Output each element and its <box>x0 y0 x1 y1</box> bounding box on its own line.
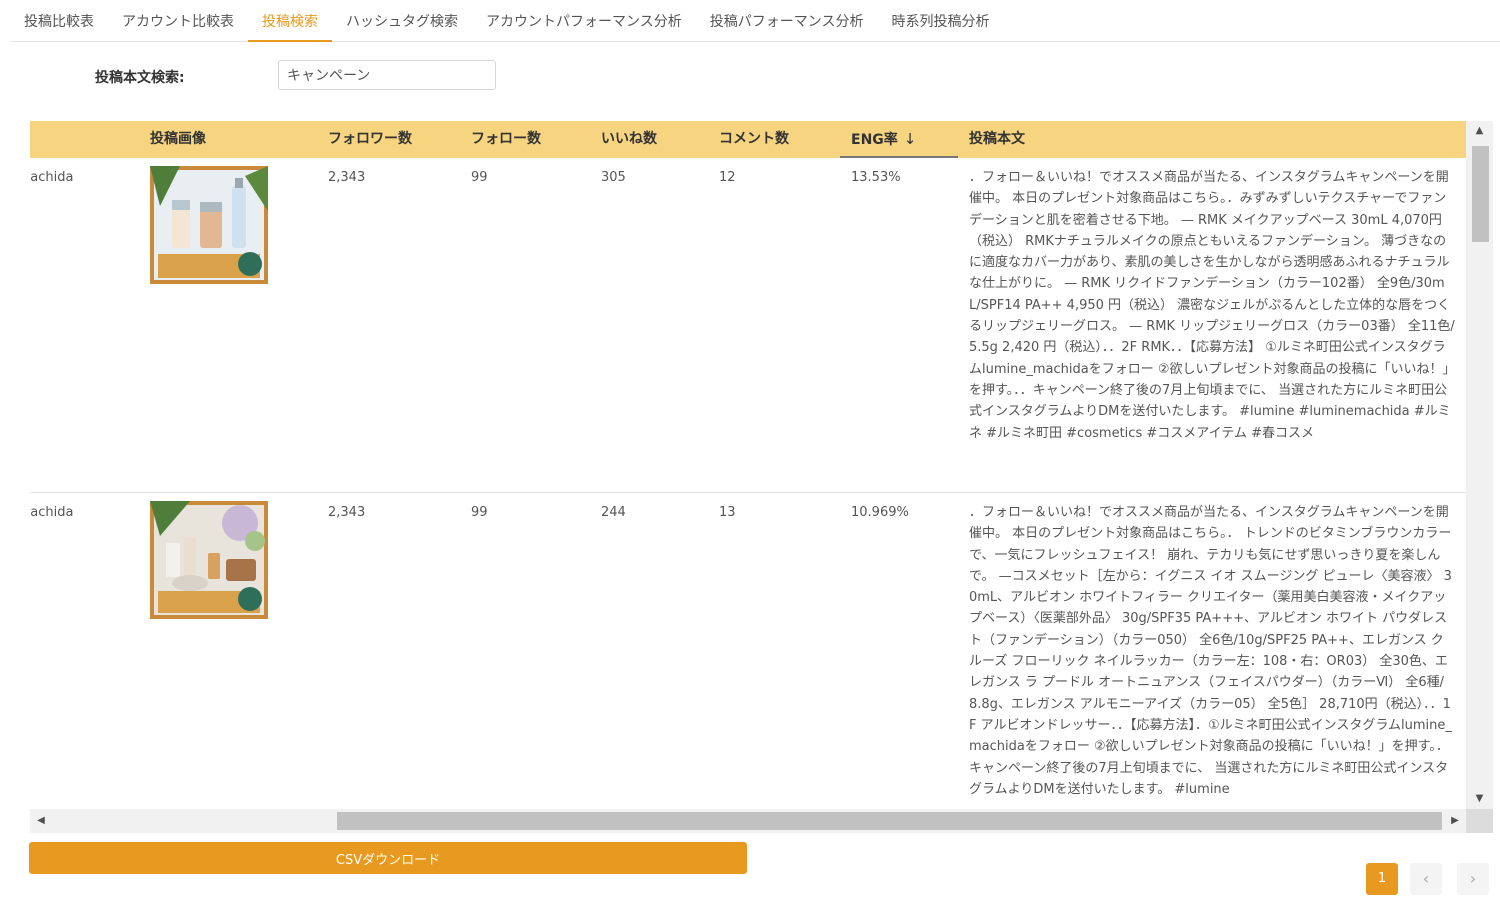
likes-cell: 244 <box>601 505 626 520</box>
account-cell: nachida <box>30 170 74 185</box>
eng-rate-cell: 13.53% <box>851 170 901 185</box>
vertical-scroll-thumb[interactable] <box>1472 146 1489 242</box>
tab-bar: 投稿比較表 アカウント比較表 投稿検索 ハッシュタグ検索 アカウントパフォーマン… <box>10 0 1500 42</box>
header-image[interactable]: 投稿画像 <box>150 121 206 158</box>
followers-cell: 2,343 <box>328 505 366 520</box>
comments-cell: 13 <box>719 505 736 520</box>
header-followers[interactable]: フォロワー数 <box>328 121 412 158</box>
csv-download-button[interactable]: CSVダウンロード <box>29 842 747 874</box>
header-eng-label: ENG率 <box>851 132 898 148</box>
page-number-button[interactable]: 1 <box>1366 863 1398 895</box>
post-image-icon <box>150 166 268 284</box>
tab-account-performance[interactable]: アカウントパフォーマンス分析 <box>472 1 696 41</box>
chevron-right-icon[interactable]: › <box>1457 863 1489 895</box>
table-row: nachida 2,343 99 3 <box>30 158 1466 493</box>
header-comments[interactable]: コメント数 <box>719 121 789 158</box>
eng-rate-cell: 10.969% <box>851 505 909 520</box>
post-body-cell: ．フォロー＆いいね！でオススメ商品が当たる、インスタグラムキャンペーンを開催中。… <box>969 170 1455 441</box>
tab-timeseries-analysis[interactable]: 時系列投稿分析 <box>877 1 1003 41</box>
post-body-cell: ．フォロー＆いいね！でオススメ商品が当たる、インスタグラムキャンペーンを開催中。… <box>969 505 1452 797</box>
scroll-down-icon[interactable]: ▼ <box>1466 789 1493 809</box>
vertical-scrollbar[interactable]: ▲ ▼ <box>1466 121 1493 809</box>
scrollbar-corner <box>1466 809 1493 833</box>
search-label: 投稿本文検索: <box>95 70 185 86</box>
scroll-up-icon[interactable]: ▲ <box>1466 121 1493 141</box>
header-likes[interactable]: いいね数 <box>601 121 657 158</box>
account-cell: nachida <box>30 505 74 520</box>
scroll-right-icon[interactable]: ▶ <box>1444 809 1466 833</box>
search-input[interactable] <box>278 60 496 90</box>
following-cell: 99 <box>471 170 488 185</box>
tab-hashtag-search[interactable]: ハッシュタグ検索 <box>332 1 472 41</box>
tab-post-search[interactable]: 投稿検索 <box>248 1 332 42</box>
arrow-down-icon: ↓ <box>903 130 917 148</box>
likes-cell: 305 <box>601 170 626 185</box>
header-eng-rate[interactable]: ENG率 ↓ <box>840 121 958 158</box>
scroll-left-icon[interactable]: ◀ <box>30 809 52 833</box>
table-header: 投稿画像 フォロワー数 フォロー数 いいね数 コメント数 ENG率 ↓ 投稿本文 <box>30 121 1466 158</box>
table-body: nachida 2,343 99 3 <box>30 158 1466 809</box>
posts-table: 投稿画像 フォロワー数 フォロー数 いいね数 コメント数 ENG率 ↓ 投稿本文 … <box>30 121 1493 833</box>
following-cell: 99 <box>471 505 488 520</box>
tab-account-comparison[interactable]: アカウント比較表 <box>108 1 248 41</box>
horizontal-scroll-thumb[interactable] <box>337 812 1442 830</box>
header-body[interactable]: 投稿本文 <box>969 121 1025 158</box>
followers-cell: 2,343 <box>328 170 366 185</box>
tab-post-performance[interactable]: 投稿パフォーマンス分析 <box>696 1 878 41</box>
tab-post-comparison[interactable]: 投稿比較表 <box>10 1 108 41</box>
comments-cell: 12 <box>719 170 736 185</box>
chevron-left-icon[interactable]: ‹ <box>1410 863 1442 895</box>
post-thumbnail[interactable] <box>150 501 268 619</box>
table-row: nachida 2,343 99 2 <box>30 493 1466 809</box>
header-following[interactable]: フォロー数 <box>471 121 541 158</box>
horizontal-scrollbar[interactable]: ◀ ▶ <box>30 809 1466 833</box>
post-thumbnail[interactable] <box>150 166 268 284</box>
post-image-icon <box>150 501 268 619</box>
